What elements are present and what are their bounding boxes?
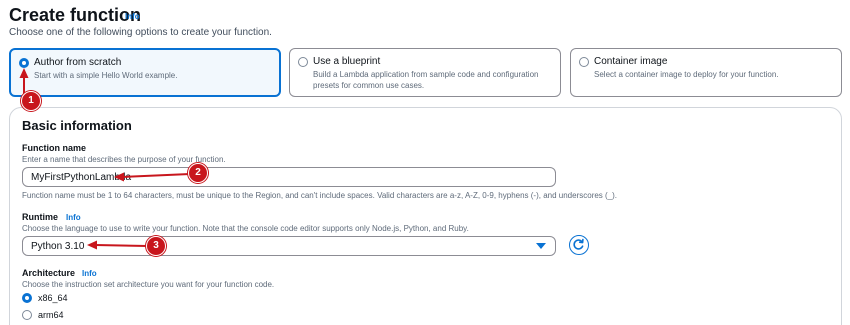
- annotation-badge-3: 3: [146, 236, 166, 256]
- annotation-badge-2: 2: [188, 163, 208, 183]
- annotation-arrow-3: [87, 240, 148, 250]
- annotation-arrows: [19, 68, 191, 250]
- annotation-badge-1: 1: [21, 91, 41, 111]
- annotation-arrow-2: [114, 172, 191, 182]
